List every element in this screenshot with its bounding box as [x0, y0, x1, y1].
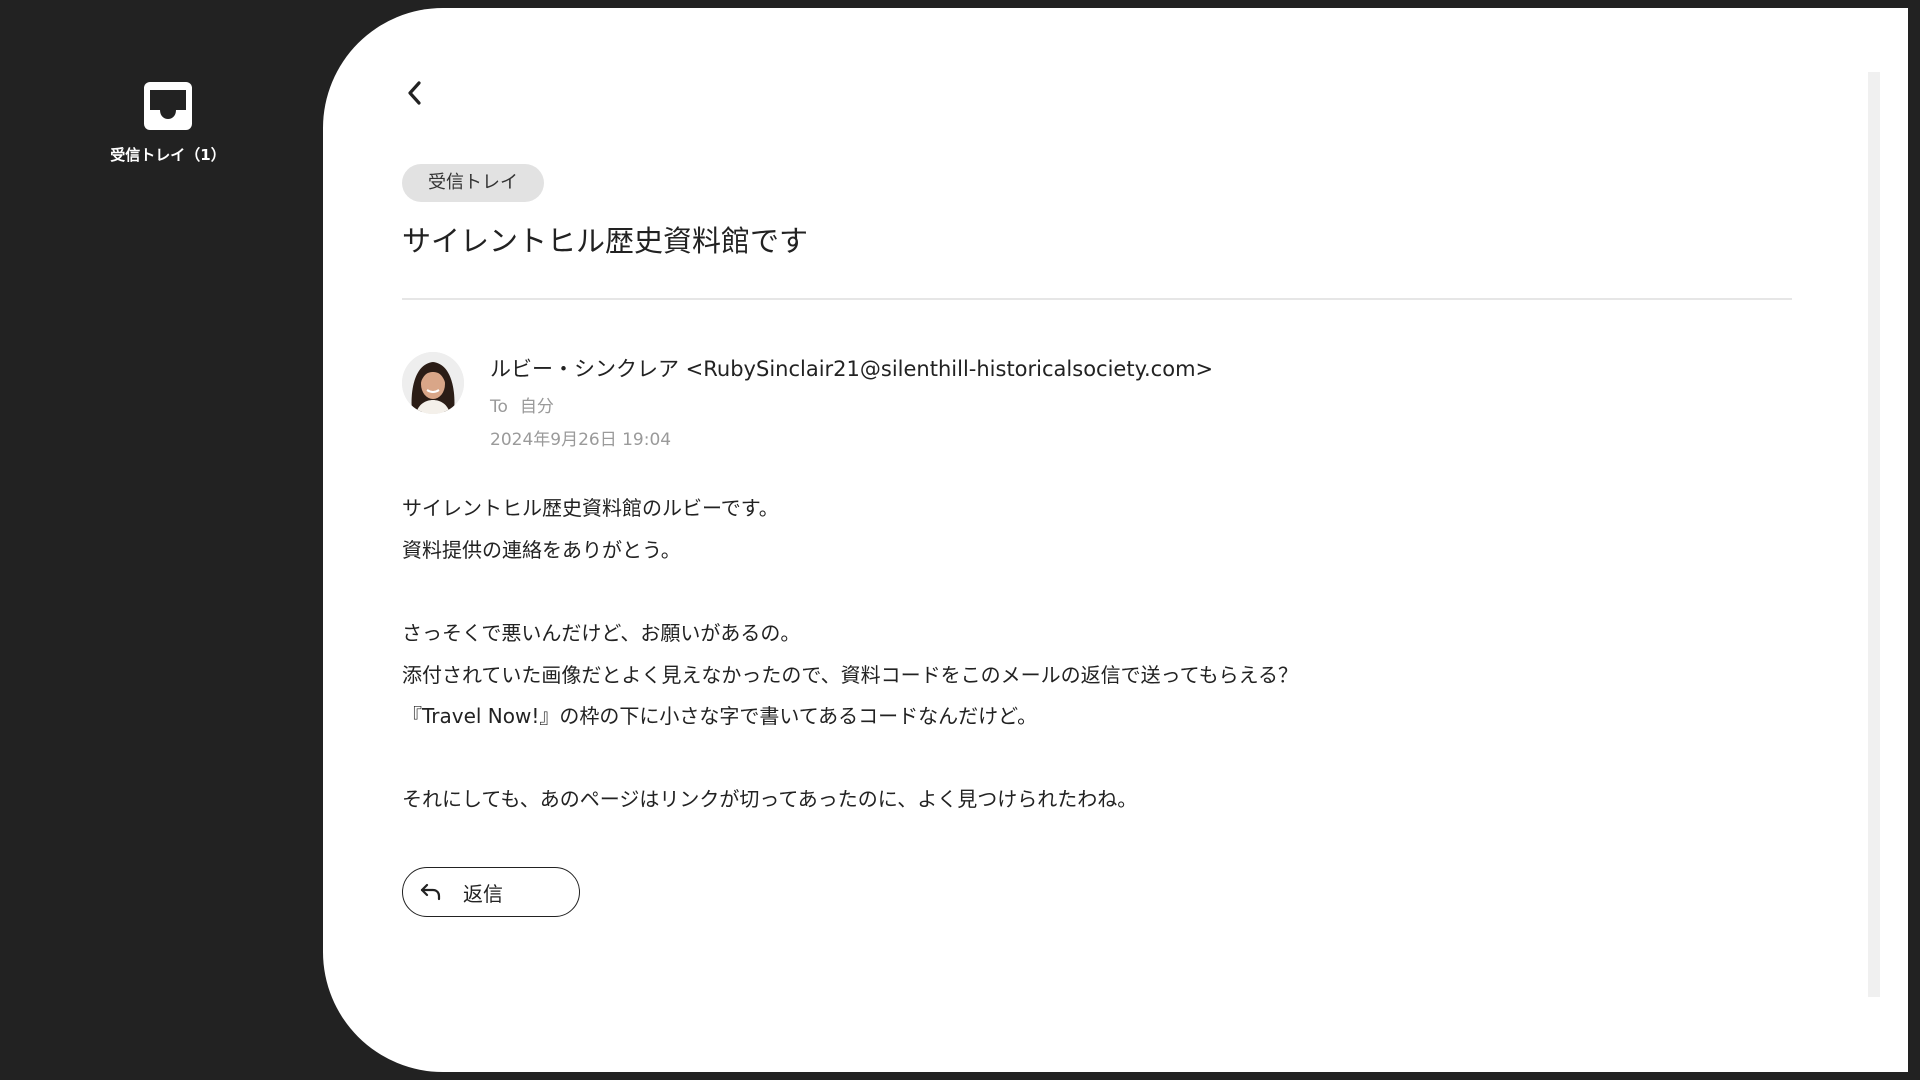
email-body-line: さっそくで悪いんだけど、お願いがあるの。 [402, 621, 801, 645]
to-prefix: To [490, 397, 508, 417]
back-button[interactable] [400, 80, 430, 110]
sidebar-item-inbox[interactable]: 受信トレイ（1） [93, 80, 243, 165]
email-body-line: それにしても、あのページはリンクが切ってあったのに、よく見つけられたわね。 [402, 787, 1138, 811]
email-body-line: 『Travel Now!』の枠の下に小さな字で書いてあるコードなんだけど。 [402, 704, 1038, 728]
inbox-tray-icon [142, 80, 194, 132]
email-body-line: サイレントヒル歴史資料館のルビーです。 [402, 496, 779, 520]
recipient-line: To 自分 [490, 392, 554, 417]
reply-button[interactable]: 返信 [402, 867, 580, 917]
chevron-left-icon [405, 79, 425, 111]
reply-button-label: 返信 [463, 881, 503, 906]
sender-name: ルビー・シンクレア <RubySinclair21@silenthill-his… [490, 357, 1214, 381]
sidebar: 受信トレイ（1） [0, 0, 323, 1080]
recipient: 自分 [519, 397, 554, 417]
email-date: 2024年9月26日 19:04 [490, 430, 672, 450]
folder-tag: 受信トレイ [402, 164, 544, 202]
divider [402, 298, 1792, 300]
email-body-line: 添付されていた画像だとよく見えなかったので、資料コードをこのメールの返信で送って… [402, 663, 1298, 687]
reply-arrow-icon [419, 882, 443, 902]
email-subject: サイレントヒル歴史資料館です [402, 224, 809, 258]
window-edge [1908, 0, 1920, 1080]
scrollbar[interactable] [1868, 72, 1880, 997]
email-body-line: 資料提供の連絡をありがとう。 [402, 538, 681, 562]
sidebar-item-label: 受信トレイ（1） [110, 146, 226, 164]
sender-avatar [402, 352, 464, 414]
